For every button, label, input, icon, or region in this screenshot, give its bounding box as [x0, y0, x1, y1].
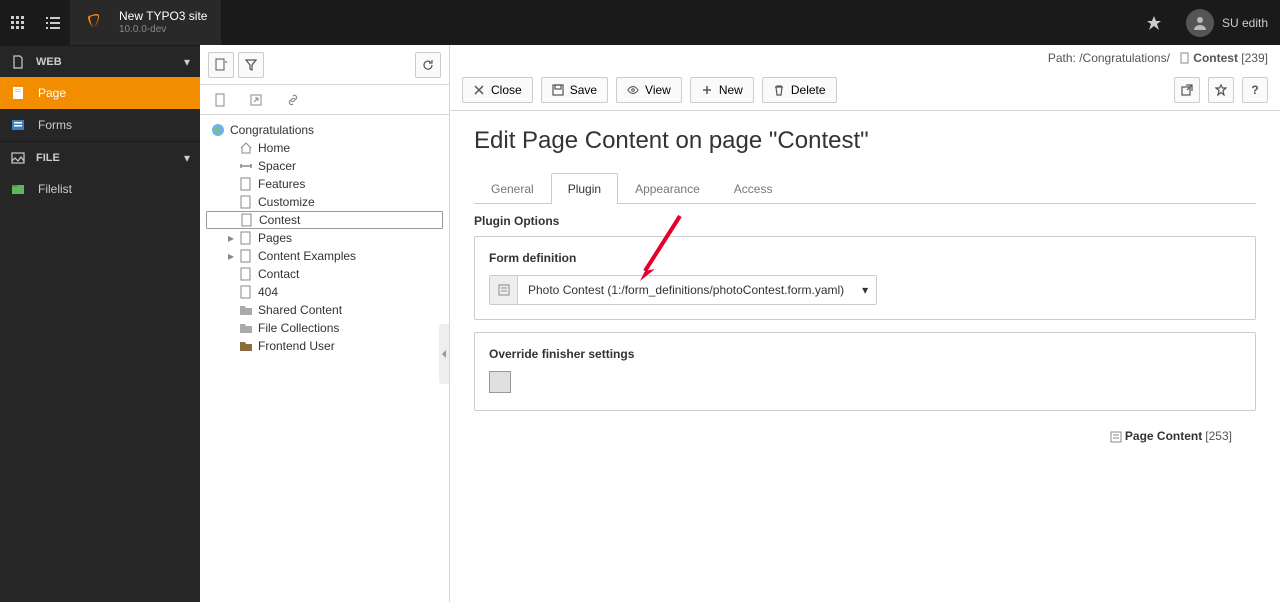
- tree-node[interactable]: Spacer: [206, 157, 443, 175]
- tabs: General Plugin Appearance Access: [474, 173, 1256, 204]
- folder-icon: [238, 302, 254, 318]
- chevron-down-icon: ▾: [184, 55, 190, 69]
- tree-root[interactable]: Congratulations: [206, 121, 443, 139]
- record-footer: Page Content [253]: [474, 423, 1256, 449]
- help-button[interactable]: ?: [1242, 77, 1268, 103]
- page-tree-column: Congratulations HomeSpacerFeaturesCustom…: [200, 45, 450, 602]
- page-tree[interactable]: Congratulations HomeSpacerFeaturesCustom…: [200, 115, 449, 602]
- form-definition-label: Form definition: [489, 251, 1241, 265]
- page-icon: [10, 54, 26, 70]
- new-shortcut-icon[interactable]: [244, 87, 270, 113]
- tab-general[interactable]: General: [474, 173, 551, 204]
- tree-node[interactable]: Customize: [206, 193, 443, 211]
- filter-button[interactable]: [238, 52, 264, 78]
- tree-node[interactable]: Home: [206, 139, 443, 157]
- plugin-options-label: Plugin Options: [474, 214, 1256, 228]
- user-menu[interactable]: SU edith: [1174, 0, 1280, 45]
- new-doc-icon[interactable]: [208, 87, 234, 113]
- tab-plugin[interactable]: Plugin: [551, 173, 618, 204]
- tab-access[interactable]: Access: [717, 173, 790, 204]
- list-tree-icon[interactable]: [35, 0, 70, 45]
- form-icon: [490, 276, 518, 304]
- open-new-window-button[interactable]: [1174, 77, 1200, 103]
- tree-node[interactable]: Contact: [206, 265, 443, 283]
- close-button[interactable]: Close: [462, 77, 533, 103]
- content-area: Path: /Congratulations/ Contest [239] Cl…: [450, 45, 1280, 602]
- breadcrumb: Path: /Congratulations/ Contest [239]: [1048, 51, 1268, 65]
- image-icon: [10, 150, 26, 166]
- form-definition-select[interactable]: Photo Contest (1:/form_definitions/photo…: [489, 275, 877, 305]
- tree-node[interactable]: ▸Pages: [206, 229, 443, 247]
- tree-node[interactable]: ▸Content Examples: [206, 247, 443, 265]
- module-item-page[interactable]: Page: [0, 77, 200, 109]
- module-item-forms[interactable]: Forms: [0, 109, 200, 141]
- typo3-logo-icon: [70, 0, 115, 45]
- override-finisher-checkbox[interactable]: [489, 371, 511, 393]
- forms-module-icon: [10, 117, 26, 133]
- new-link-icon[interactable]: [280, 87, 306, 113]
- chevron-down-icon: ▾: [854, 276, 876, 304]
- form-definition-panel: Form definition Photo Contest (1:/form_d…: [474, 236, 1256, 320]
- override-finisher-panel: Override finisher settings: [474, 332, 1256, 411]
- module-group-web[interactable]: WEB ▾: [0, 45, 200, 77]
- tab-appearance[interactable]: Appearance: [618, 173, 717, 204]
- folder-icon: [238, 320, 254, 336]
- page-icon: [238, 230, 254, 246]
- app-grid-icon[interactable]: [0, 0, 35, 45]
- new-button[interactable]: New: [690, 77, 754, 103]
- bookmark-icon[interactable]: [1134, 0, 1174, 45]
- module-item-filelist[interactable]: Filelist: [0, 173, 200, 205]
- site-badge[interactable]: New TYPO3 site 10.0.0-dev: [70, 0, 221, 45]
- tree-toolbar: [200, 45, 449, 85]
- refresh-button[interactable]: [415, 52, 441, 78]
- tree-resize-handle[interactable]: [439, 324, 449, 384]
- tree-node[interactable]: File Collections: [206, 319, 443, 337]
- avatar-icon: [1186, 9, 1214, 37]
- page-title: Edit Page Content on page "Contest": [474, 127, 1256, 155]
- home-icon: [238, 140, 254, 156]
- delete-button[interactable]: Delete: [762, 77, 837, 103]
- page-icon: [238, 284, 254, 300]
- new-page-button[interactable]: [208, 52, 234, 78]
- page-icon: [238, 194, 254, 210]
- module-group-file[interactable]: FILE ▾: [0, 141, 200, 173]
- bookmark-button[interactable]: [1208, 77, 1234, 103]
- tree-node[interactable]: Features: [206, 175, 443, 193]
- page-icon: [238, 176, 254, 192]
- save-button[interactable]: Save: [541, 77, 608, 103]
- site-name: New TYPO3 site: [119, 9, 207, 23]
- chevron-down-icon: ▾: [184, 151, 190, 165]
- view-button[interactable]: View: [616, 77, 682, 103]
- spacer-icon: [238, 158, 254, 174]
- users-icon: [238, 338, 254, 354]
- site-version: 10.0.0-dev: [119, 24, 207, 36]
- tree-node[interactable]: Frontend User: [206, 337, 443, 355]
- user-label: SU edith: [1222, 16, 1268, 30]
- tree-node[interactable]: 404: [206, 283, 443, 301]
- tree-node[interactable]: Contest: [206, 211, 443, 229]
- filelist-module-icon: [10, 181, 26, 197]
- page-icon: [239, 212, 255, 228]
- globe-icon: [210, 122, 226, 138]
- page-icon: [238, 248, 254, 264]
- topbar: New TYPO3 site 10.0.0-dev SU edith: [0, 0, 1280, 45]
- page-module-icon: [10, 85, 26, 101]
- tree-node[interactable]: Shared Content: [206, 301, 443, 319]
- override-finisher-label: Override finisher settings: [489, 347, 1241, 361]
- page-icon: [238, 266, 254, 282]
- breadcrumb-link[interactable]: /Congratulations/: [1079, 51, 1170, 65]
- module-menu: WEB ▾ Page Forms FILE ▾ Filelist: [0, 45, 200, 602]
